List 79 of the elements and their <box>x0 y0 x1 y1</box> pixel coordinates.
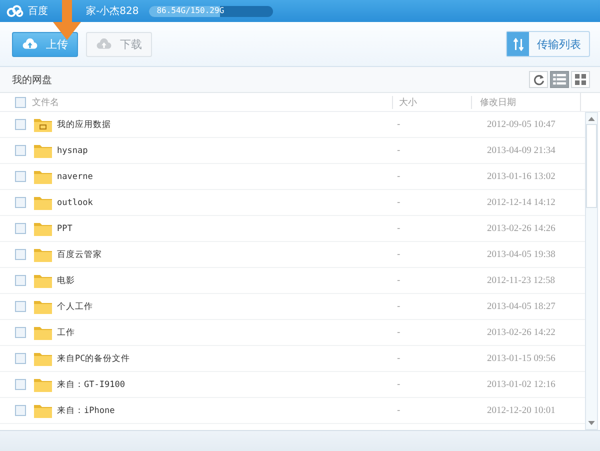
file-size: - <box>397 354 402 364</box>
folder-icon <box>33 324 53 340</box>
folder-icon <box>33 402 53 418</box>
breadcrumb[interactable]: 我的网盘 <box>12 72 52 86</box>
folder-icon <box>33 116 53 132</box>
row-checkbox[interactable] <box>15 145 26 156</box>
modified-date: 2013-01-16 13:02 <box>487 172 556 182</box>
arrow-annotation <box>52 0 82 40</box>
file-name[interactable]: outlook <box>57 198 397 208</box>
modified-date: 2013-02-26 14:26 <box>487 224 556 234</box>
file-size: - <box>397 302 402 312</box>
file-size: - <box>397 224 402 234</box>
folder-icon <box>33 298 53 314</box>
row-checkbox[interactable] <box>15 379 26 390</box>
folder-icon <box>33 272 53 288</box>
window-title: 百度 <box>28 4 48 18</box>
file-name[interactable]: 电影 <box>57 274 397 286</box>
file-size: - <box>397 198 402 208</box>
folder-icon <box>33 220 53 236</box>
row-checkbox[interactable] <box>15 197 26 208</box>
scroll-down-icon[interactable] <box>588 421 595 426</box>
row-checkbox[interactable] <box>15 171 26 182</box>
file-size: - <box>397 120 402 130</box>
row-checkbox[interactable] <box>15 249 26 260</box>
file-name[interactable]: naverne <box>57 172 397 182</box>
file-size: - <box>397 172 402 182</box>
row-checkbox[interactable] <box>15 275 26 286</box>
file-size: - <box>397 328 402 338</box>
scrollbar[interactable] <box>585 112 598 430</box>
list-view-button[interactable] <box>550 71 569 88</box>
modified-date: 2013-04-09 21:34 <box>487 146 556 156</box>
file-name[interactable]: 我的应用数据 <box>57 118 397 130</box>
modified-date: 2013-02-26 14:22 <box>487 328 556 338</box>
storage-usage: 86.54G/150.29G <box>156 6 224 16</box>
cloud-logo-icon <box>6 4 24 18</box>
folder-icon <box>33 350 53 366</box>
file-name[interactable]: 来自：GT-I9100 <box>57 378 397 390</box>
row-checkbox[interactable] <box>15 405 26 416</box>
file-size: - <box>397 380 402 390</box>
file-name[interactable]: 来自：iPhone <box>57 404 397 416</box>
modified-date: 2013-01-02 12:16 <box>487 380 556 390</box>
folder-icon <box>33 142 53 158</box>
cloud-icon <box>96 38 112 50</box>
refresh-button[interactable] <box>529 71 548 88</box>
modified-date: 2012-12-20 10:01 <box>487 406 556 416</box>
modified-date: 2012-11-23 12:58 <box>487 276 555 286</box>
row-checkbox[interactable] <box>15 301 26 312</box>
file-name[interactable]: 百度云管家 <box>57 248 397 260</box>
file-name[interactable]: PPT <box>57 224 397 234</box>
file-name[interactable]: 工作 <box>57 326 397 338</box>
row-checkbox[interactable] <box>15 119 26 130</box>
modified-date: 2013-04-05 19:38 <box>487 250 556 260</box>
folder-icon <box>33 376 53 392</box>
file-size: - <box>397 146 402 156</box>
file-name[interactable]: hysnap <box>57 146 397 156</box>
transfer-list-button[interactable]: 传输列表 <box>506 31 590 57</box>
modified-date: 2013-04-05 18:27 <box>487 302 556 312</box>
folder-icon <box>33 168 53 184</box>
file-name[interactable]: 个人工作 <box>57 300 397 312</box>
scroll-up-icon[interactable] <box>588 116 595 121</box>
transfer-arrows-icon <box>512 38 524 50</box>
modified-date: 2013-01-15 09:56 <box>487 354 556 364</box>
folder-icon <box>33 246 53 262</box>
file-size: - <box>397 250 402 260</box>
grid-view-button[interactable] <box>571 71 590 88</box>
file-size: - <box>397 406 402 416</box>
scroll-thumb[interactable] <box>586 124 597 208</box>
window-title: 家-小杰828 <box>86 4 139 18</box>
file-name[interactable]: 来自PC的备份文件 <box>57 352 397 364</box>
modified-date: 2012-09-05 10:47 <box>487 120 556 130</box>
row-checkbox[interactable] <box>15 353 26 364</box>
cloud-icon <box>22 38 38 50</box>
refresh-icon <box>532 74 544 86</box>
folder-icon <box>33 194 53 210</box>
select-all-checkbox[interactable] <box>15 96 26 108</box>
modified-date: 2012-12-14 14:12 <box>487 198 556 208</box>
row-checkbox[interactable] <box>15 223 26 234</box>
row-checkbox[interactable] <box>15 327 26 338</box>
file-size: - <box>397 276 402 286</box>
